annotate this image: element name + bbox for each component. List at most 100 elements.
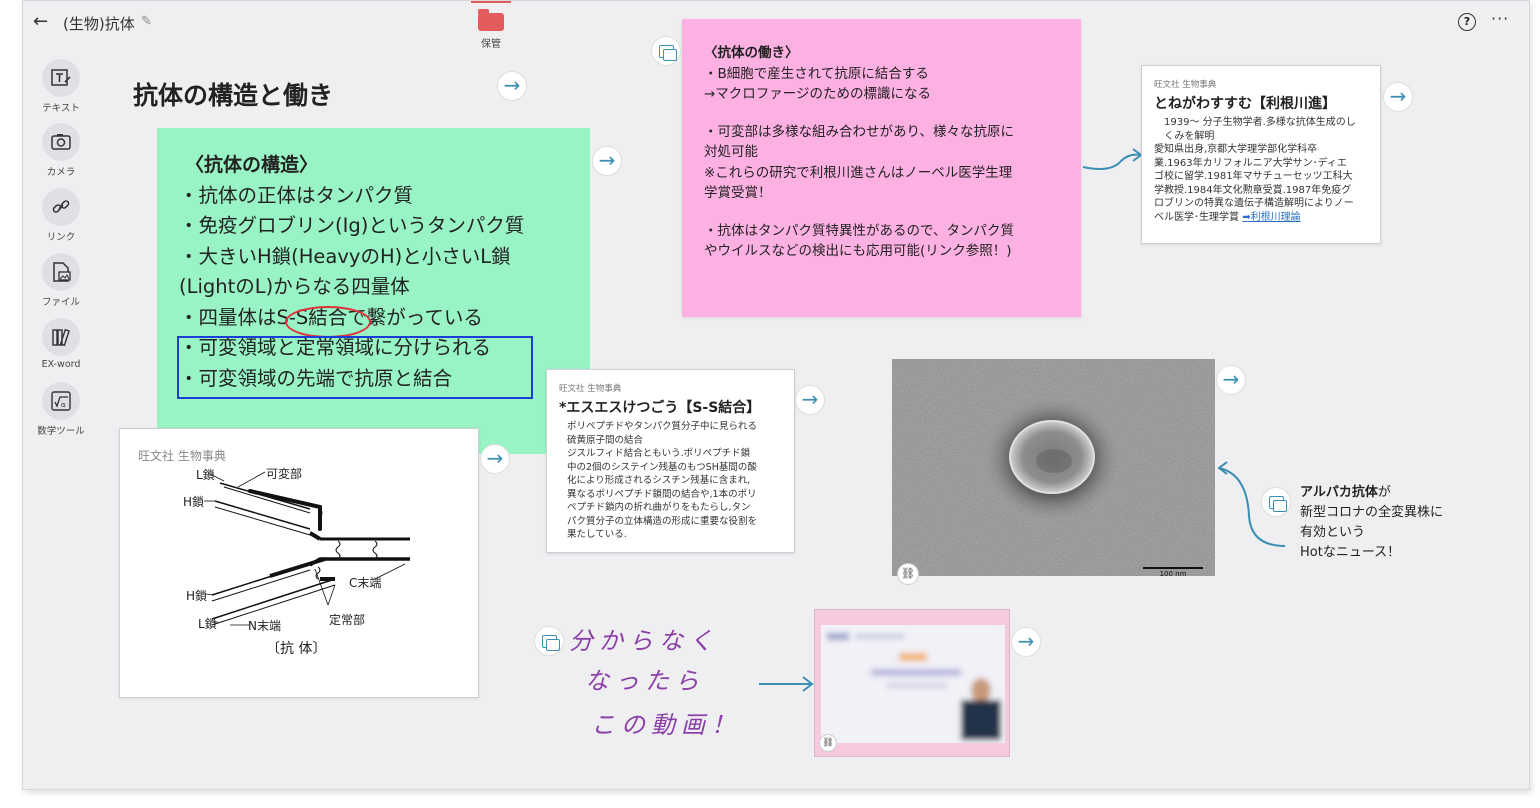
tool-camera-label: カメラ bbox=[46, 167, 76, 178]
dict-body-line: ジスルフィド結合ともいう.ポリペプチド鎖 bbox=[567, 448, 751, 459]
dict-body-line: 果たしている. bbox=[567, 529, 627, 540]
dict-body-line: 1939〜 分子生物学者.多様な抗体生成のし bbox=[1164, 117, 1356, 128]
dict1-link-arrow[interactable]: → bbox=[1383, 82, 1413, 112]
note-line: ・四量体はS-S結合で繋がっている bbox=[179, 305, 483, 329]
alpaca-antibody-note[interactable]: アルパカ抗体が 新型コロナの全変異株に 有効という Hotなニュース！ bbox=[1300, 483, 1443, 563]
dict-body-line: ペプチド鎖内の折れ曲がりをもたらし,タン bbox=[567, 502, 751, 513]
video-link-arrow[interactable]: → bbox=[1011, 627, 1041, 657]
tool-text-label: テキスト bbox=[42, 103, 80, 114]
ex-word-icon bbox=[42, 318, 80, 356]
note-line: (LightのL)からなる四量体 bbox=[179, 275, 410, 298]
active-indicator bbox=[471, 1, 511, 3]
label-l-chain-bottom: L鎖 bbox=[198, 617, 217, 631]
blurred-video-thumbnail bbox=[821, 625, 1005, 743]
red-circle-annotation[interactable] bbox=[285, 306, 371, 338]
dict-body-line: ポリペプチドやタンパク質分子中に見られる bbox=[567, 421, 758, 432]
note-line: →マクロファージのための標識になる bbox=[704, 86, 932, 102]
dict-body-line: 学教授.1984年文化勲章受賞.1987年免疫グ bbox=[1154, 184, 1352, 196]
photo-link-arrow[interactable]: → bbox=[1216, 365, 1246, 395]
label-constant-region: 定常部 bbox=[329, 613, 366, 627]
tool-math[interactable]: α 数学ツール bbox=[35, 382, 87, 437]
note-line: ・大きいH鎖(HeavyのH)と小さいL鎖 bbox=[179, 244, 511, 268]
svg-text:α: α bbox=[61, 401, 66, 409]
tool-ex-word[interactable]: EX-word bbox=[35, 318, 87, 370]
note-line: ・B細胞で産生されて抗原に結合する bbox=[704, 65, 929, 82]
video-thumbnail-card[interactable]: ⛓ bbox=[814, 609, 1010, 757]
dict-publisher: 旺文社 生物事典 bbox=[559, 384, 622, 394]
tool-ex-word-label: EX-word bbox=[41, 359, 81, 370]
dict-cross-reference-link[interactable]: ➡利根川理論 bbox=[1242, 212, 1300, 223]
connector-arrow[interactable] bbox=[1081, 141, 1145, 175]
tool-file[interactable]: ファイル bbox=[35, 253, 87, 308]
back-button[interactable]: ← bbox=[33, 11, 55, 33]
label-h-chain-top: H鎖 bbox=[183, 495, 205, 509]
handwriting-line: 分からなく bbox=[569, 627, 719, 655]
dict-body-line: 硫黄原子間の結合 bbox=[567, 434, 644, 446]
link-icon bbox=[42, 188, 80, 226]
dict-body-line: ゴ校に留学.1981年マサチューセッツ工科大 bbox=[1154, 171, 1353, 182]
tool-camera[interactable]: カメラ bbox=[35, 123, 87, 178]
dict-body-line: 異なるポリペプチド鎖間の結合や,1本のポリ bbox=[567, 488, 757, 500]
green-sticky-note[interactable]: 〈抗体の構造〉 ・抗体の正体はタンパク質 ・免疫グロブリン(Ig)というタンパク… bbox=[157, 128, 590, 454]
note-line: ・免疫グロブリン(Ig)というタンパク質 bbox=[179, 214, 525, 237]
camera-icon bbox=[42, 123, 80, 161]
note-line: 学賞受賞！ bbox=[704, 185, 772, 201]
board-heading[interactable]: 抗体の構造と働き bbox=[133, 76, 333, 112]
pink-sticky-note[interactable]: 〈抗体の働き〉 ・B細胞で産生されて抗原に結合する →マクロファージのための標識… bbox=[682, 19, 1081, 317]
label-l-chain-top: L鎖 bbox=[196, 468, 215, 482]
alpaca-line: が bbox=[1377, 485, 1391, 500]
note-line: ・抗体はタンパク質特異性があるので、タンパク質 bbox=[704, 222, 1014, 239]
folder-icon bbox=[478, 9, 504, 31]
edit-title-icon[interactable]: ✎ bbox=[141, 14, 152, 29]
alpaca-line: 有効という bbox=[1300, 525, 1366, 540]
card-icon[interactable] bbox=[534, 626, 564, 656]
tool-file-label: ファイル bbox=[41, 297, 80, 308]
storage-label: 保管 bbox=[481, 39, 501, 50]
dict-body-line: ロブリンの特異な遺伝子構造解明によりノー bbox=[1154, 198, 1354, 209]
dict-body-line: 業.1963年カリフォルニア大学サン･ディエ bbox=[1154, 157, 1347, 169]
antibody-diagram-card[interactable]: 旺文社 生物事典 L鎖 可変部 H鎖 H鎖 C末端 L鎖 N末端 定常部 〔抗 … bbox=[119, 428, 479, 698]
link-icon[interactable]: ⛓ bbox=[819, 734, 837, 752]
tool-math-label: 数学ツール bbox=[37, 426, 85, 437]
note-line: ・可変部は多様な組み合わせがあり、様々な抗原に bbox=[704, 123, 1014, 140]
scale-bar-label: 100 nm bbox=[1143, 567, 1203, 578]
storage-button[interactable]: 保管 bbox=[471, 1, 511, 50]
dict2-link-arrow[interactable]: → bbox=[795, 385, 825, 415]
dict-body-line: 化により形成されるシスチン残基に含まれ, bbox=[567, 475, 751, 486]
diagram-caption: 〔抗 体〕 bbox=[266, 641, 327, 657]
alpaca-title: アルパカ抗体 bbox=[1300, 485, 1378, 500]
tool-text[interactable]: テキスト bbox=[35, 59, 87, 114]
dict-body-line: 中の2個のシステイン残基のもつSH基間の酸 bbox=[567, 461, 757, 473]
note-line: やウイルスなどの検出にも応用可能(リンク参照！) bbox=[704, 243, 1012, 259]
whiteboard-canvas[interactable]: ← (生物)抗体 ✎ 保管 ? ··· テキスト カメラ リンク ファイル EX… bbox=[22, 0, 1530, 790]
help-icon[interactable]: ? bbox=[1458, 13, 1476, 31]
file-icon bbox=[42, 253, 80, 291]
diagram-link-arrow[interactable]: → bbox=[480, 444, 510, 474]
note-line: ※これらの研究で利根川進さんはノーベル医学生理 bbox=[704, 164, 1013, 181]
virus-micrograph-image[interactable] bbox=[892, 359, 1215, 576]
tool-link[interactable]: リンク bbox=[35, 188, 87, 243]
label-variable-region: 可変部 bbox=[266, 467, 303, 481]
card-icon[interactable] bbox=[651, 36, 681, 66]
dict-body: 1939〜 分子生物学者.多様な抗体生成のし くみを解明 愛知県出身,京都大学理… bbox=[1154, 116, 1370, 224]
label-n-terminal: N末端 bbox=[248, 619, 281, 633]
dict-headword: *エスエスけつごう【S-S結合】 bbox=[559, 400, 761, 416]
dict-headword: とねがわすすむ【利根川進】 bbox=[1154, 96, 1336, 112]
note-line: 〈抗体の働き〉 bbox=[704, 45, 799, 61]
handwriting-line: なったら bbox=[585, 667, 705, 695]
note-line: 対処可能 bbox=[704, 144, 758, 160]
connector-arrow[interactable] bbox=[757, 673, 817, 695]
note-line: ・抗体の正体はタンパク質 bbox=[179, 183, 414, 207]
dictionary-card-ss-bond[interactable]: 旺文社 生物事典 *エスエスけつごう【S-S結合】 ポリペプチドやタンパク質分子… bbox=[546, 369, 795, 553]
document-title[interactable]: (生物)抗体 bbox=[63, 13, 135, 34]
alpaca-line: 新型コロナの全変異株に bbox=[1300, 505, 1444, 520]
dictionary-card-tonegawa[interactable]: 旺文社 生物事典 とねがわすすむ【利根川進】 1939〜 分子生物学者.多様な抗… bbox=[1141, 65, 1381, 244]
blue-box-annotation[interactable] bbox=[177, 336, 533, 399]
heading-link-arrow[interactable]: → bbox=[497, 71, 527, 101]
dict-body: ポリペプチドやタンパク質分子中に見られる 硫黄原子間の結合 ジスルフィド結合とも… bbox=[559, 420, 786, 542]
more-options-icon[interactable]: ··· bbox=[1491, 9, 1509, 28]
dict-body-line: ベル医学･生理学賞 bbox=[1154, 211, 1239, 223]
card-icon[interactable] bbox=[1261, 487, 1291, 517]
green-note-link-arrow[interactable]: → bbox=[592, 146, 622, 176]
link-icon[interactable]: ⛓ bbox=[897, 563, 919, 585]
